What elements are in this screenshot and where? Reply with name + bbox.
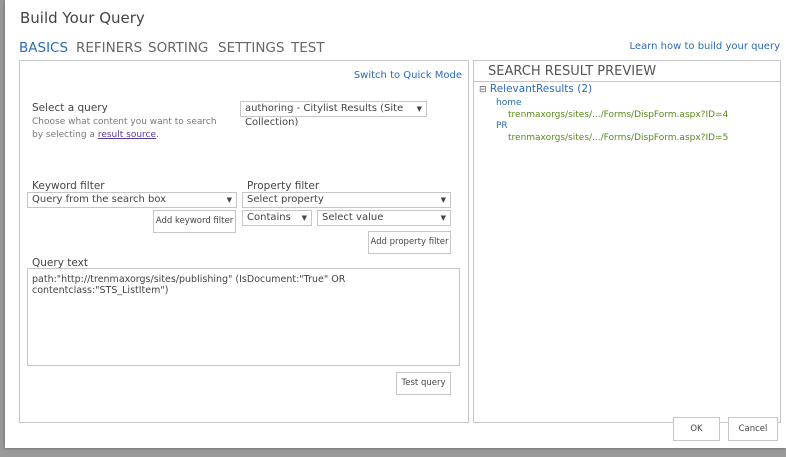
result-url: trenmaxorgs/sites/.../Forms/DispForm.asp… (508, 110, 729, 120)
divider (474, 81, 780, 82)
result-title[interactable]: home (496, 98, 522, 108)
tab-test[interactable]: TEST (291, 40, 325, 56)
add-keyword-filter-button[interactable]: Add keyword filter (153, 210, 236, 233)
value-value: Select value (322, 212, 384, 223)
switch-quick-mode-link[interactable]: Switch to Quick Mode (354, 70, 462, 81)
keyword-filter-dropdown[interactable]: Query from the search box ▼ (27, 192, 237, 208)
test-query-button[interactable]: Test query (396, 372, 451, 395)
tab-sorting[interactable]: SORTING (148, 40, 208, 56)
result-source-link[interactable]: result source (98, 130, 156, 140)
chevron-down-icon: ▼ (301, 214, 307, 222)
operator-value: Contains (247, 212, 291, 223)
property-value: Select property (247, 194, 324, 205)
select-query-label: Select a query (32, 102, 108, 114)
preview-title: SEARCH RESULT PREVIEW (488, 64, 657, 79)
ok-button[interactable]: OK (673, 417, 720, 441)
add-property-filter-button[interactable]: Add property filter (368, 231, 451, 254)
keyword-filter-value: Query from the search box (32, 194, 167, 205)
select-query-value: authoring - Citylist Results (Site Colle… (245, 103, 404, 128)
tab-refiners[interactable]: REFINERS (76, 40, 142, 56)
group-label: RelevantResults (2) (489, 83, 593, 95)
chevron-down-icon: ▼ (226, 196, 232, 204)
basics-panel: Switch to Quick Mode Select a query Choo… (19, 60, 469, 423)
property-dropdown[interactable]: Select property ▼ (242, 192, 451, 208)
property-filter-label: Property filter (247, 180, 320, 192)
select-query-help: Choose what content you want to search b… (32, 117, 217, 140)
select-query-dropdown[interactable]: authoring - Citylist Results (Site Colle… (240, 101, 427, 128)
chevron-down-icon: ▼ (440, 214, 446, 222)
chevron-down-icon: ▼ (440, 196, 446, 204)
value-dropdown[interactable]: Select value ▼ (317, 210, 451, 226)
chevron-down-icon: ▼ (416, 105, 422, 113)
learn-link[interactable]: Learn how to build your query (630, 41, 780, 52)
tab-basics[interactable]: BASICS (19, 40, 68, 56)
query-text-area[interactable]: path:"http://trenmaxorgs/sites/publishin… (27, 268, 460, 366)
preview-panel: SEARCH RESULT PREVIEW ⊟ RelevantResults … (473, 60, 781, 423)
build-query-dialog: Build Your Query BASICS REFINERS SORTING… (5, 0, 786, 448)
result-title[interactable]: PR (496, 121, 508, 131)
operator-dropdown[interactable]: Contains ▼ (242, 210, 312, 226)
cancel-button[interactable]: Cancel (728, 417, 778, 441)
dialog-title: Build Your Query (20, 9, 145, 27)
result-url: trenmaxorgs/sites/.../Forms/DispForm.asp… (508, 133, 729, 143)
keyword-filter-label: Keyword filter (32, 180, 105, 192)
tab-settings[interactable]: SETTINGS (218, 40, 284, 56)
collapse-icon[interactable]: ⊟ (479, 85, 487, 95)
relevant-results-group[interactable]: ⊟ RelevantResults (2) (479, 83, 592, 95)
